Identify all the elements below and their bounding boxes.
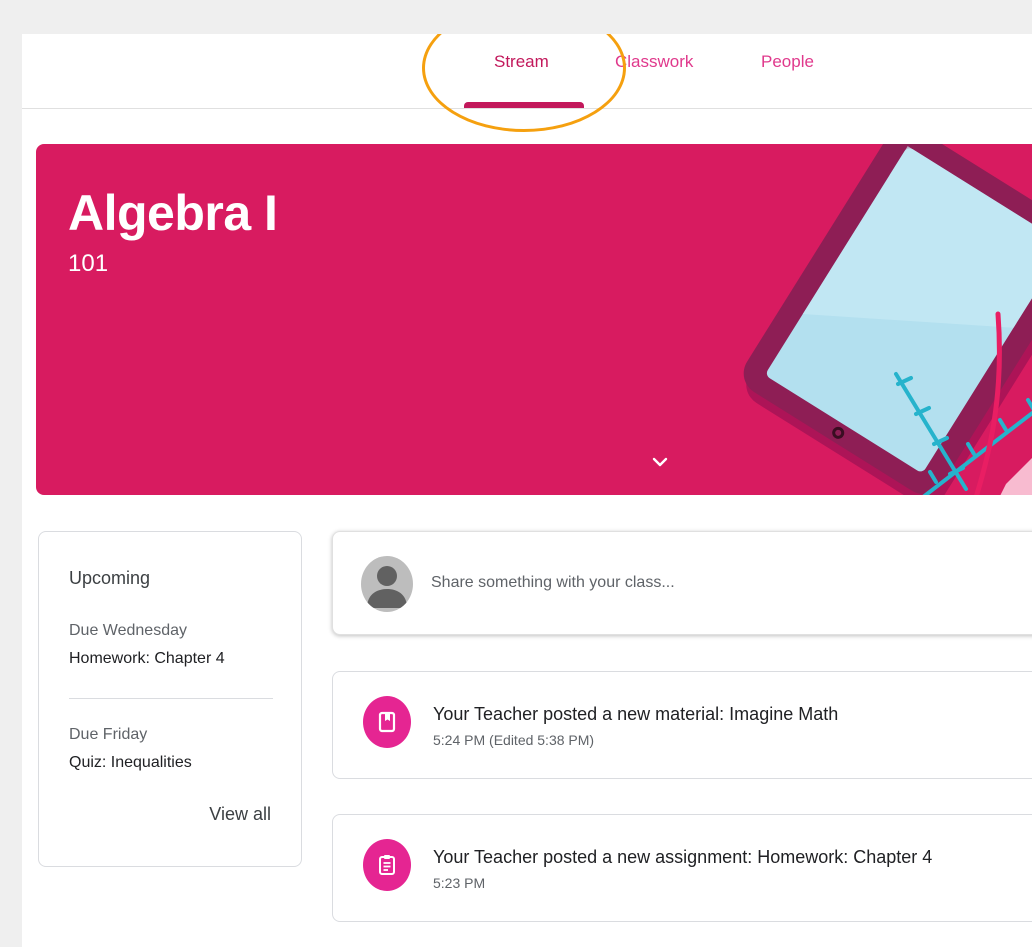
assignment-icon	[379, 855, 395, 875]
divider	[69, 698, 273, 699]
post-icon-circle	[363, 839, 411, 891]
class-section: 101	[68, 250, 109, 277]
class-banner: Algebra I 101	[36, 144, 1032, 495]
stream-post[interactable]: Your Teacher posted a new assignment: Ho…	[332, 814, 1032, 922]
post-icon-circle	[363, 696, 411, 748]
chevron-down-icon[interactable]	[648, 450, 672, 474]
view-all-link[interactable]: View all	[209, 804, 271, 825]
post-time: 5:23 PM	[433, 875, 486, 891]
classroom-page: Stream Classwork People Algebra I 101 Up…	[22, 34, 1032, 947]
upcoming-card: Upcoming Due Wednesday Homework: Chapter…	[38, 531, 302, 867]
tab-classwork[interactable]: Classwork	[615, 52, 693, 72]
share-box[interactable]	[332, 531, 1032, 635]
upcoming-item-link[interactable]: Quiz: Inequalities	[69, 754, 192, 772]
active-tab-indicator	[464, 102, 584, 108]
class-title: Algebra I	[68, 185, 278, 241]
stream-post[interactable]: Your Teacher posted a new material: Imag…	[332, 671, 1032, 779]
upcoming-heading: Upcoming	[69, 568, 151, 588]
avatar	[361, 556, 413, 612]
post-time: 5:24 PM (Edited 5:38 PM)	[433, 732, 595, 748]
book-icon	[378, 711, 396, 733]
top-nav: Stream Classwork People	[22, 34, 1032, 109]
upcoming-item-link[interactable]: Homework: Chapter 4	[69, 650, 225, 668]
due-label: Due Wednesday	[69, 622, 187, 639]
share-input[interactable]	[431, 568, 931, 598]
tab-stream[interactable]: Stream	[494, 52, 549, 72]
person-icon	[367, 566, 407, 608]
tablet-graph-illustration	[743, 144, 1032, 495]
post-title: Your Teacher posted a new material: Imag…	[433, 704, 839, 724]
due-label: Due Friday	[69, 726, 148, 743]
post-title: Your Teacher posted a new assignment: Ho…	[433, 847, 933, 867]
tab-people[interactable]: People	[761, 52, 814, 72]
